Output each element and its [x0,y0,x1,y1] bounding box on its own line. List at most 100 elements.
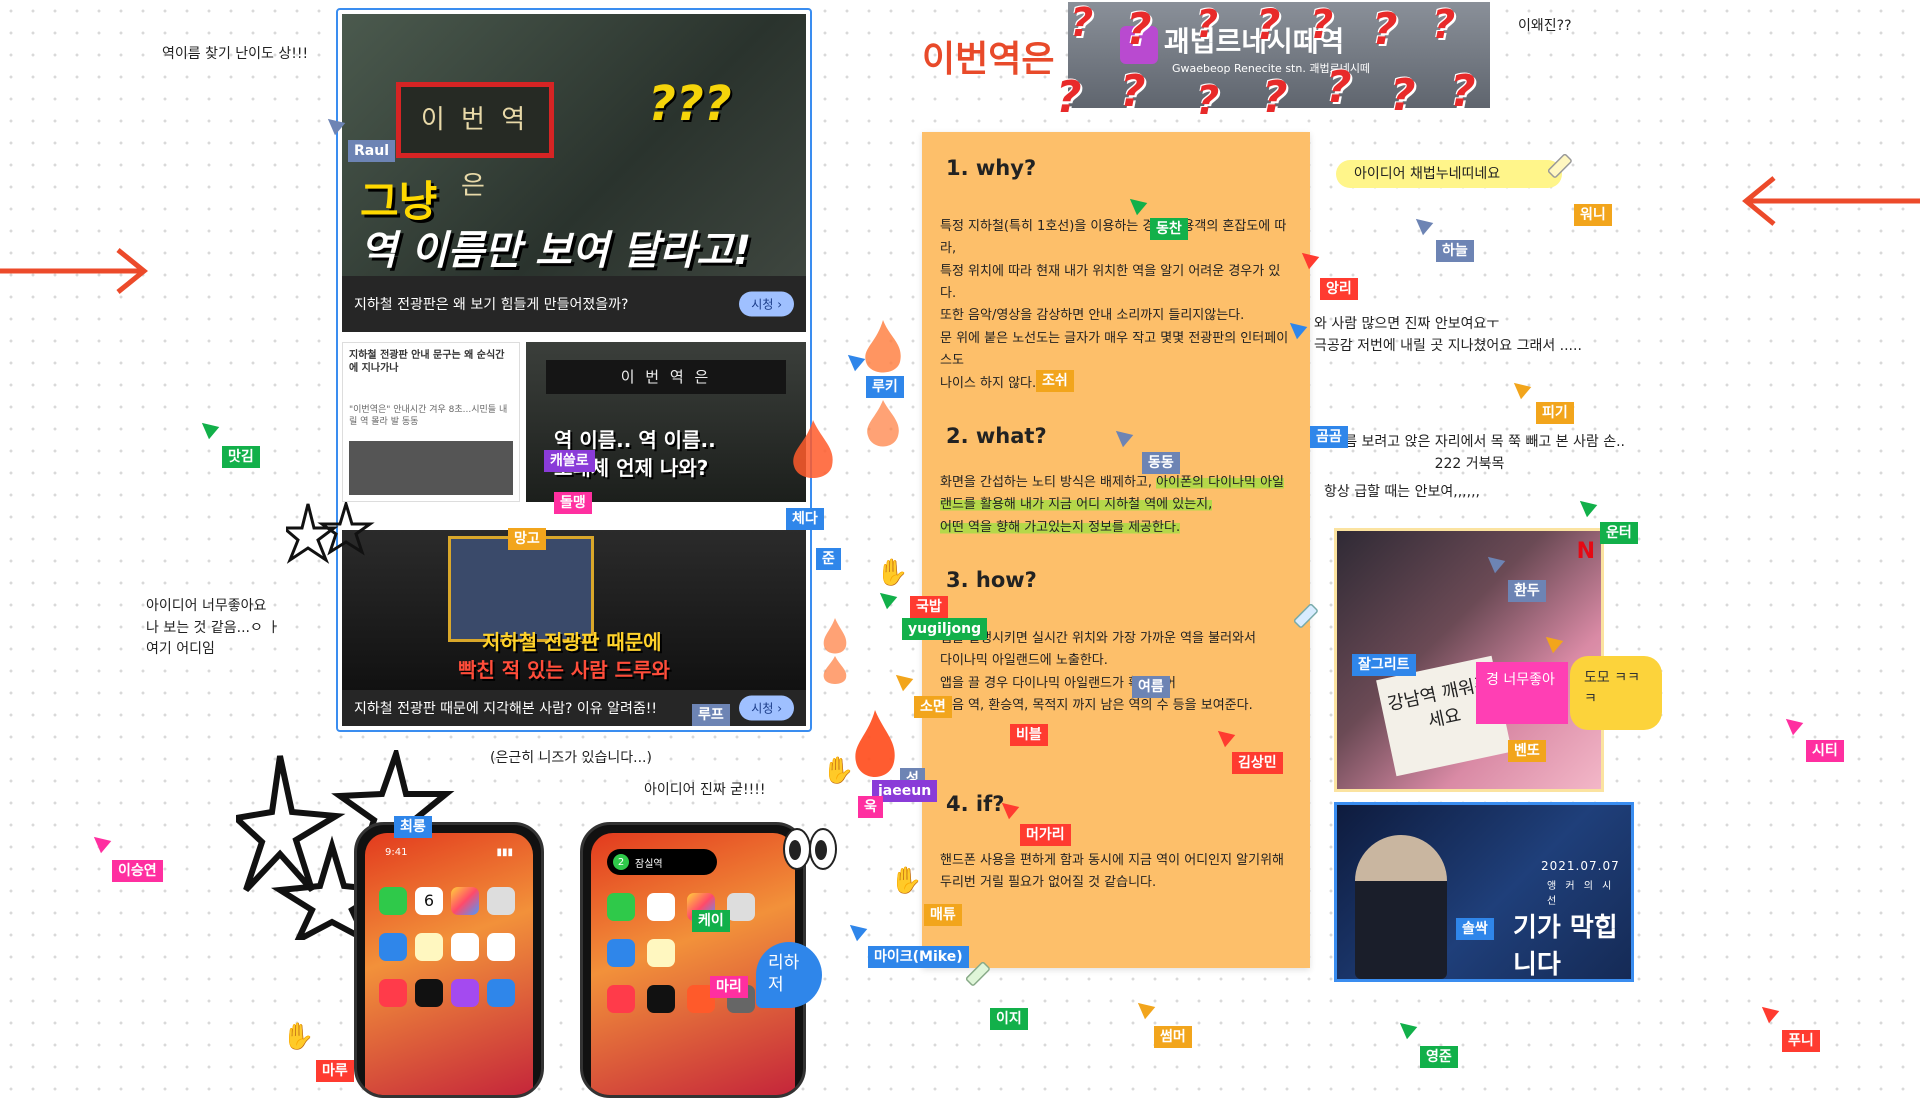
comment-yellow-sticky[interactable]: 도모 ㅋㅋㅋ [1570,656,1662,730]
question-mark-icon: ? [1196,78,1220,124]
video-thumbnail-mid[interactable]: 이 번 역 은 역 이름.. 역 이름.. 도대체 언제 나와? [526,342,806,502]
cursor-label: 국밥 [910,596,948,619]
cursor-label: 피기 [1536,402,1574,425]
cursor-label: 마루 [316,1060,354,1083]
cursor-label: 망고 [508,528,546,551]
cursor-pointer-icon [1574,494,1598,518]
note-why-changed[interactable]: 이왜진?? [1518,16,1572,38]
appstore-icon[interactable] [487,979,515,1007]
question-marks: ??? [648,76,732,132]
watch-button[interactable]: 시청 › [739,695,794,721]
news-anchor-screenshot[interactable]: 2021.07.07 앵 커 의 시 선 기가 막힙니다 [1334,802,1634,982]
tv-icon[interactable] [647,985,675,1013]
station-sign: 이 번 역 은 [546,360,786,394]
thumbnail-headline-2: 역 이름만 보여 달라고! [360,228,752,274]
screenshot-collage[interactable]: 이 번 역 은 ??? 그냥 역 이름만 보여 달라고! 지하철 전광판은 왜 … [336,8,812,732]
note-idea-good[interactable]: 아이디어 너무좋아요 나 보는 것 같음...ㅇ ㅏ 여기 어디임 [146,596,280,661]
cursor-label: 앙리 [1320,278,1358,301]
cursor-label: 벤또 [1508,740,1546,763]
station-title[interactable]: 이번역은 [922,30,1054,82]
question-mark-icon: ? [1262,72,1288,123]
news-icon[interactable] [379,979,407,1007]
cursor-label: 루키 [866,376,904,399]
cursor-pointer-icon [1756,1000,1780,1024]
cursor-pointer-icon [1132,996,1156,1020]
notes-icon[interactable] [415,933,443,961]
note-crowd[interactable]: 와 사람 많으면 진짜 안보여요ㅜ 극공감 저번에 내릴 곳 지나쳤어요 그래서… [1314,314,1582,357]
cursor-label: 루프 [692,704,730,727]
clock-icon[interactable] [487,933,515,961]
note-neck[interactable]: 역 이름 보려고 앉은 자리에서 목 쭉 빼고 본 사람 손.. 222 거북목 [1314,432,1625,475]
thumbnail-text-4: 빡친 적 있는 사람 드루와 [458,658,670,682]
dynamic-island-station: 잠실역 [635,858,663,870]
fire-icon [793,420,833,478]
idea-sticky-note[interactable]: 1. why? 특정 지하철(특히 1호선)을 이용하는 경우 이용객의 혼잡도… [922,132,1310,968]
question-mark-icon: ? [1310,2,1334,48]
article-image [349,441,513,495]
notes-icon[interactable] [647,939,675,967]
question-mark-icon: ? [1056,72,1082,123]
news-icon[interactable] [607,985,635,1013]
cursor-pointer-icon [1410,212,1434,236]
cursor-label: 캐쓸로 [544,450,595,473]
anchor-caption: 기가 막힙니다 [1513,913,1618,980]
netflix-logo-icon: N [1576,539,1595,564]
article-lead: "이번역은" 안내시간 겨우 8초...시민들 내릴 역 몰라 발 동동 [349,405,508,427]
fire-icon [823,618,847,684]
iphone-mockup-left[interactable]: 9:41 ▮▮▮ 6 [354,822,544,1098]
line-badge: 2 [613,854,629,870]
cursor-label: 조쉬 [1036,370,1074,393]
note-hurry[interactable]: 항상 급할 때는 안보여,,,,,, [1324,482,1480,504]
note-difficulty[interactable]: 역이름 찾기 난이도 상!!! [162,44,308,66]
calendar-icon[interactable] [647,893,675,921]
cursor-label: 워니 [1574,204,1612,227]
question-mark-icon: ? [1450,66,1476,117]
podcasts-icon[interactable] [451,979,479,1007]
cursor-label: 머가리 [1020,824,1071,847]
video-thumbnail-bottom[interactable]: 지하철 전광판 때문에 빡친 적 있는 사람 드루와 [342,530,806,690]
station-sign-highlight: 이 번 역 은 [396,82,554,201]
comment-bubble[interactable]: 리하 저 [756,942,822,1008]
arrow-left-icon [1742,176,1920,226]
facetime-icon[interactable] [379,887,407,915]
cursor-label: 김상민 [1232,752,1283,775]
hand-cursor-icon: ✋ [890,866,923,896]
question-mark-icon: ? [1390,70,1416,121]
camera-icon[interactable] [727,893,755,921]
how-body: 앱을 실행시키면 실시간 위치와 가장 가까운 역을 불러와서 다이나믹 아일랜… [940,631,1256,714]
news-article-card[interactable]: 지하철 전광판 안내 문구는 왜 순식간에 지나가나 "이번역은" 안내시간 겨… [342,342,520,502]
article-title: 지하철 전광판 안내 문구는 왜 순식간에 지나가나 [349,350,505,374]
dynamic-island[interactable]: 2 잠실역 [607,849,717,875]
why-heading: 1. why? [946,156,1037,180]
cursor-label: 운터 [1600,522,1638,545]
mail-icon[interactable] [607,939,635,967]
cursor-label: 잘그리트 [1352,654,1416,677]
cursor-label: 곰곰 [1310,426,1348,449]
photos-icon[interactable] [451,887,479,915]
cursor-pointer-icon [890,668,914,692]
cursor-pointer-icon [844,918,868,942]
why-body: 특정 지하철(특히 1호선)을 이용하는 경우 이용객의 혼잡도에 따라, 특정… [940,219,1289,391]
cursor-label: Raul [348,140,395,163]
anchor-subtitle: 앵 커 의 시 선 [1547,881,1615,907]
question-mark-icon: ? [1256,0,1281,49]
anchor-figure [1355,835,1447,979]
what-body: 화면을 간섭하는 노티 방식은 배제하고, 아이폰의 다이나믹 아일랜드를 활용… [940,475,1285,535]
question-mark-icon: ? [1372,4,1398,55]
watch-button[interactable]: 시청 › [739,291,794,317]
video-thumbnail-top[interactable]: 이 번 역 은 ??? 그냥 역 이름만 보여 달라고! [342,14,806,276]
comment-pink-sticky[interactable]: 경 너무좋아 [1476,662,1568,724]
cursor-label: 하늘 [1436,240,1474,263]
calendar-icon[interactable]: 6 [415,887,443,915]
hand-cursor-icon: ✋ [282,1022,315,1052]
mail-icon[interactable] [379,933,407,961]
camera-icon[interactable] [487,887,515,915]
note-idea-awesome[interactable]: 아이디어 진짜 굳!!!! [644,780,766,802]
facetime-icon[interactable] [607,893,635,921]
tv-icon[interactable] [415,979,443,1007]
cursor-pointer-icon [1508,376,1532,400]
note-idea-adopt[interactable]: 아이디어 채법누네띠네요 [1354,164,1500,186]
if-body: 핸드폰 사용을 편하게 함과 동시에 지금 역이 어디인지 알기위해 두리번 거… [940,853,1285,891]
status-bar: 9:41 ▮▮▮ [385,847,513,858]
reminders-icon[interactable] [451,933,479,961]
